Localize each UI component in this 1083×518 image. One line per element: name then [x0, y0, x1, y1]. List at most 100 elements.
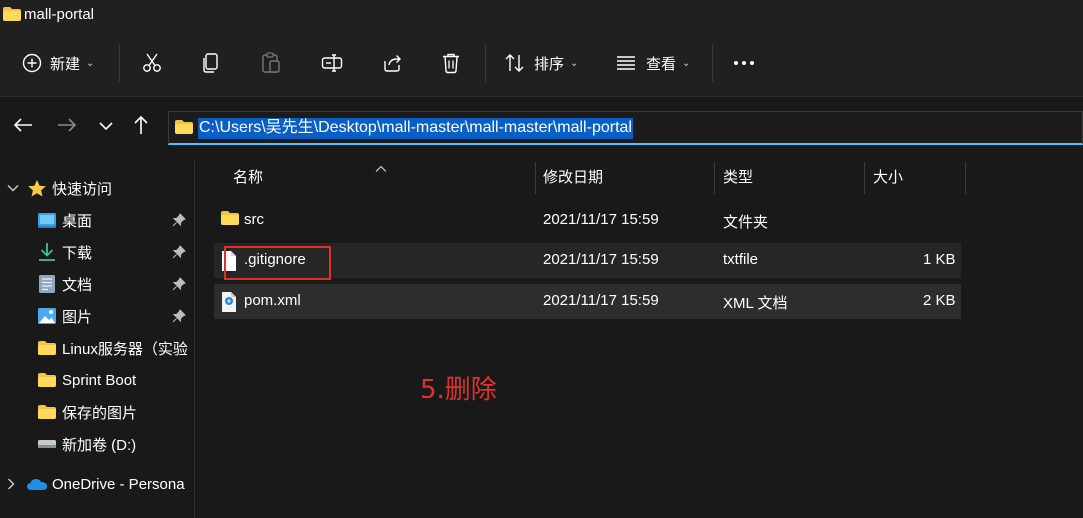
annotation-text: 5.删除 — [420, 375, 497, 405]
sidebar-item-label: 快速访问 — [52, 180, 113, 198]
pin-icon — [172, 277, 186, 295]
sidebar-item-saved-pictures[interactable]: 保存的图片 — [0, 398, 194, 426]
rename-icon — [321, 53, 343, 73]
separator — [712, 44, 713, 82]
sidebar-item-quick-access[interactable]: 快速访问 — [0, 174, 194, 202]
paste-icon — [261, 52, 281, 74]
sidebar-item-label: 新加卷 (D:) — [62, 436, 137, 454]
sidebar-item-label: 图片 — [62, 308, 93, 326]
chevron-down-icon: ⌄ — [570, 57, 579, 69]
sort-label: 排序 — [534, 55, 565, 73]
column-header-modified[interactable]: 修改日期 — [543, 166, 603, 192]
view-button[interactable]: 查看 ⌄ — [616, 48, 690, 78]
file-modified: 2021/11/17 15:59 — [543, 251, 659, 268]
table-row[interactable]: src 2021/11/17 15:59 文件夹 — [214, 203, 961, 238]
sort-ascending-icon — [375, 160, 387, 178]
forward-button[interactable] — [55, 115, 79, 139]
column-divider[interactable] — [965, 162, 966, 194]
arrow-left-icon — [13, 117, 33, 138]
file-list-pane: 名称 修改日期 类型 大小 src 2021/11/17 15:59 文件夹 .… — [195, 160, 1083, 518]
column-divider[interactable] — [535, 162, 536, 194]
separator — [119, 44, 120, 82]
sidebar-item-label: Sprint Boot — [62, 371, 137, 389]
sidebar-item-pictures[interactable]: 图片 — [0, 302, 194, 330]
sort-icon — [504, 53, 526, 73]
pin-icon — [172, 213, 186, 231]
folder-icon — [37, 404, 57, 420]
file-name: pom.xml — [244, 292, 301, 309]
file-name: src — [244, 211, 264, 228]
document-icon — [38, 274, 56, 294]
file-type: 文件夹 — [723, 214, 769, 231]
window-title: mall-portal — [24, 6, 95, 23]
sidebar-item-linux-server[interactable]: Linux服务器（实验 — [0, 334, 194, 362]
sidebar-item-label: 桌面 — [62, 212, 93, 230]
new-button[interactable]: 新建 ⌄ — [22, 48, 94, 78]
folder-icon — [2, 6, 22, 27]
chevron-right-icon — [7, 478, 15, 490]
pin-icon — [172, 309, 186, 327]
column-divider[interactable] — [864, 162, 865, 194]
sidebar-item-label: 保存的图片 — [62, 404, 138, 422]
view-label: 查看 — [646, 55, 677, 73]
table-row[interactable]: pom.xml 2021/11/17 15:59 XML 文档 2 KB — [214, 284, 961, 319]
file-type: txtfile — [723, 251, 759, 268]
view-icon — [616, 55, 636, 71]
column-header-size[interactable]: 大小 — [873, 166, 903, 192]
plus-circle-icon — [22, 53, 42, 73]
chevron-down-icon: ⌄ — [86, 57, 95, 69]
sidebar-item-downloads[interactable]: 下载 — [0, 238, 194, 266]
paste-button[interactable] — [261, 48, 281, 78]
xml-file-icon — [220, 291, 238, 318]
sidebar-item-desktop[interactable]: 桌面 — [0, 206, 194, 234]
cut-button[interactable] — [141, 48, 163, 78]
command-bar: 新建 ⌄ 排序 ⌄ 查看 ⌄ — [0, 30, 1083, 97]
folder-icon — [220, 210, 240, 231]
address-input[interactable]: C:\Users\吴先生\Desktop\mall-master\mall-ma… — [168, 111, 1083, 145]
more-button[interactable] — [733, 48, 755, 78]
sidebar-item-label: 下载 — [62, 244, 93, 262]
chevron-down-icon — [99, 118, 113, 136]
share-button[interactable] — [381, 48, 403, 78]
sidebar-item-sprint-boot[interactable]: Sprint Boot — [0, 366, 194, 394]
sidebar-item-documents[interactable]: 文档 — [0, 270, 194, 298]
share-icon — [381, 52, 403, 74]
cut-icon — [141, 52, 163, 74]
file-size: 2 KB — [923, 292, 956, 309]
sidebar-item-label: Linux服务器（实验 — [62, 340, 188, 358]
column-divider[interactable] — [714, 162, 715, 194]
copy-button[interactable] — [201, 48, 221, 78]
column-header-type[interactable]: 类型 — [723, 166, 753, 192]
drive-icon — [37, 438, 57, 450]
folder-icon — [37, 340, 57, 356]
file-modified: 2021/11/17 15:59 — [543, 292, 659, 309]
copy-icon — [201, 52, 221, 74]
highlight-box — [224, 246, 331, 280]
separator — [485, 44, 486, 82]
column-header-name[interactable]: 名称 — [233, 166, 263, 192]
delete-button[interactable] — [441, 48, 461, 78]
folder-icon — [174, 119, 194, 140]
cloud-icon — [26, 477, 48, 491]
title-bar: mall-portal — [0, 0, 1083, 30]
sidebar-item-onedrive[interactable]: OneDrive - Persona — [0, 470, 194, 498]
sort-button[interactable]: 排序 ⌄ — [504, 48, 578, 78]
folder-icon — [37, 372, 57, 388]
pin-icon — [172, 245, 186, 263]
address-path-text: C:\Users\吴先生\Desktop\mall-master\mall-ma… — [198, 118, 633, 139]
file-size: 1 KB — [923, 251, 956, 268]
up-button[interactable] — [129, 115, 153, 139]
rename-button[interactable] — [321, 48, 343, 78]
chevron-down-icon: ⌄ — [682, 57, 691, 69]
sidebar-item-drive-d[interactable]: 新加卷 (D:) — [0, 430, 194, 458]
arrow-up-icon — [133, 115, 149, 140]
delete-icon — [441, 52, 461, 74]
more-icon — [733, 60, 755, 66]
address-bar-row: C:\Users\吴先生\Desktop\mall-master\mall-ma… — [0, 97, 1083, 159]
star-icon — [27, 179, 47, 198]
file-modified: 2021/11/17 15:59 — [543, 211, 659, 228]
recent-locations-button[interactable] — [94, 115, 118, 139]
chevron-down-icon — [7, 184, 19, 192]
file-type: XML 文档 — [723, 295, 788, 312]
back-button[interactable] — [11, 115, 35, 139]
